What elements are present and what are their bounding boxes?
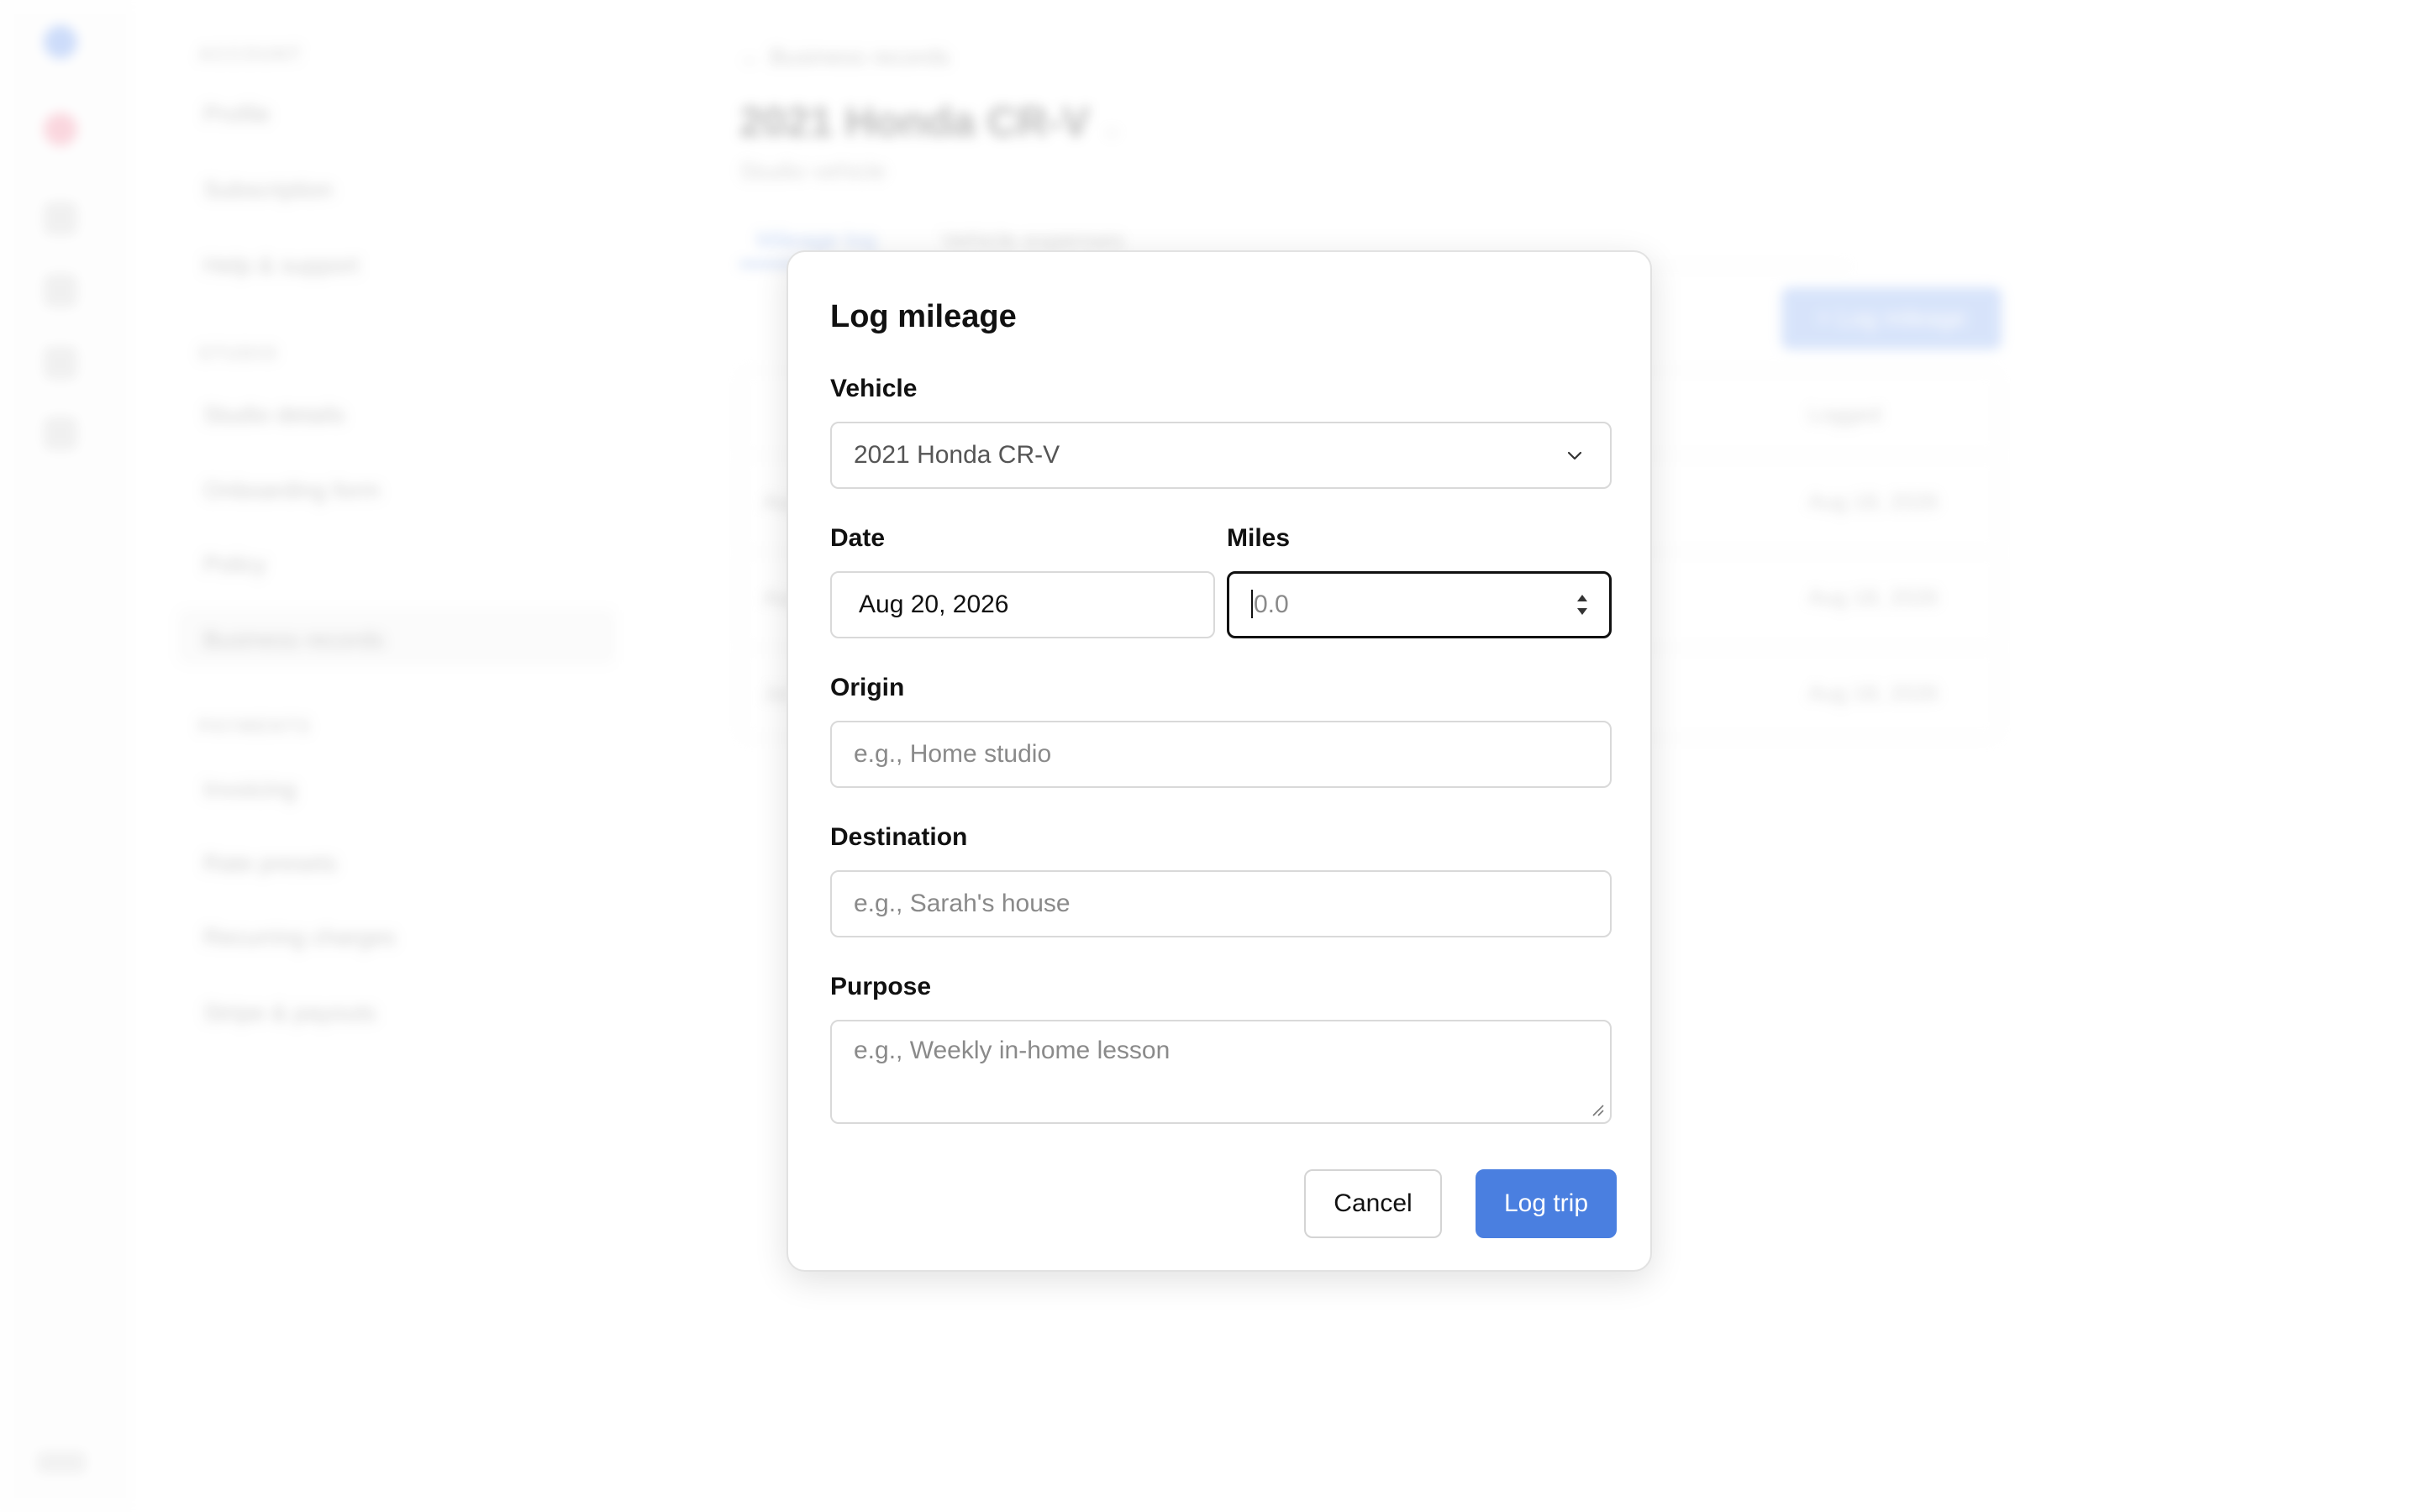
origin-placeholder: e.g., Home studio (854, 740, 1052, 768)
text-cursor (1251, 590, 1253, 619)
origin-input[interactable]: e.g., Home studio (830, 721, 1612, 788)
vehicle-label: Vehicle (830, 375, 918, 402)
chevron-down-icon (1567, 451, 1582, 460)
log-trip-button[interactable]: Log trip (1476, 1169, 1617, 1238)
purpose-label: Purpose (830, 973, 932, 1000)
destination-placeholder: e.g., Sarah's house (854, 890, 1071, 917)
origin-label: Origin (830, 674, 905, 701)
vehicle-select-value: 2021 Honda CR-V (854, 441, 1060, 469)
date-field-value: Aug 20, 2026 (859, 591, 1009, 618)
vehicle-select[interactable]: 2021 Honda CR-V (830, 422, 1612, 489)
cancel-button[interactable]: Cancel (1304, 1169, 1442, 1238)
resize-grip-icon[interactable] (1590, 1102, 1605, 1117)
purpose-placeholder: e.g., Weekly in-home lesson (854, 1037, 1171, 1064)
miles-label: Miles (1227, 524, 1291, 552)
destination-label: Destination (830, 823, 968, 851)
miles-field[interactable]: 0.0 (1227, 571, 1612, 638)
destination-input[interactable]: e.g., Sarah's house (830, 870, 1612, 937)
dialog-title: Log mileage (830, 299, 1017, 334)
log-mileage-dialog: Log mileage Vehicle 2021 Honda CR-V Date… (786, 250, 1652, 1272)
miles-placeholder: 0.0 (1254, 591, 1289, 618)
stepper-arrows-icon[interactable] (1574, 591, 1591, 619)
date-label: Date (830, 524, 886, 552)
purpose-textarea[interactable]: e.g., Weekly in-home lesson (830, 1020, 1612, 1124)
date-field[interactable]: Aug 20, 2026 (830, 571, 1215, 638)
